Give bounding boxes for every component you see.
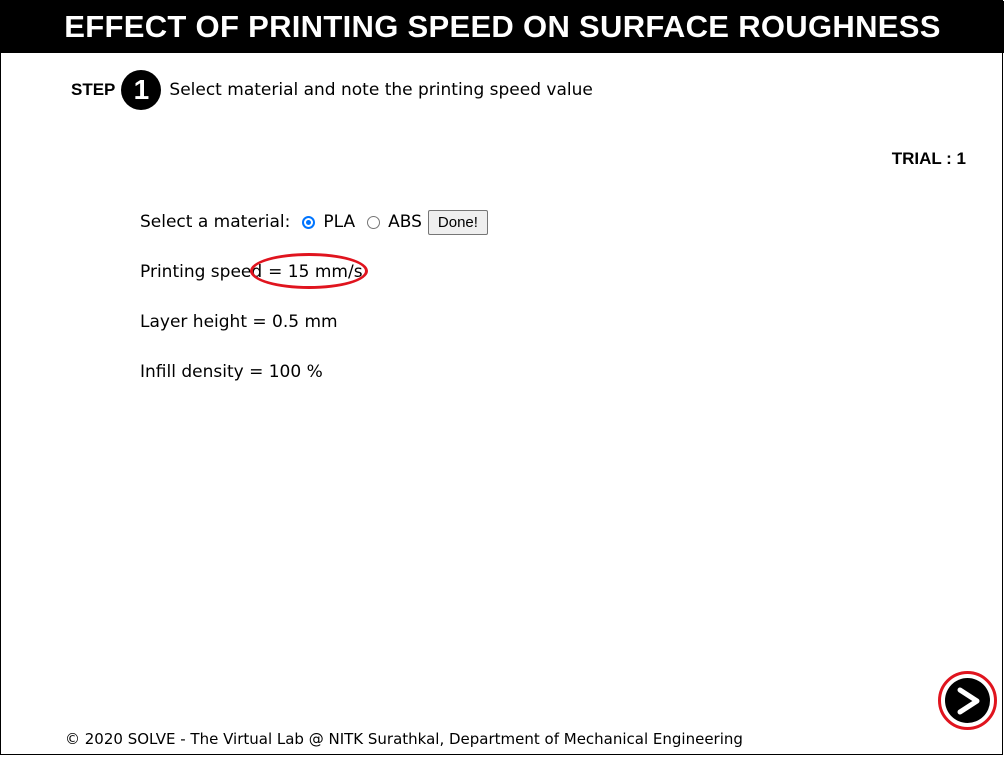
next-button-highlight[interactable] [938,671,997,730]
printing-speed-value: = 15 mm/s [268,262,363,282]
page-title: EFFECT OF PRINTING SPEED ON SURFACE ROUG… [64,9,941,44]
footer-text: © 2020 SOLVE - The Virtual Lab @ NITK Su… [65,730,743,748]
next-arrow-icon [957,687,979,714]
page-header: EFFECT OF PRINTING SPEED ON SURFACE ROUG… [1,1,1004,53]
infill-density-row: Infill density = 100 % [140,357,488,387]
step-text: Select material and note the printing sp… [169,80,593,100]
radio-abs-label[interactable]: ABS [388,212,422,232]
done-button[interactable]: Done! [427,209,488,235]
material-select-label: Select a material: [140,212,291,232]
trial-label: TRIAL : 1 [891,149,966,168]
printing-speed-row: Printing speed = 15 mm/s [140,253,488,289]
printing-speed-value-wrap: = 15 mm/s [250,253,369,289]
material-select-row: Select a material: PLA ABS Done! [140,207,488,237]
printing-speed-label: Printing speed [140,262,263,282]
layer-height-row: Layer height = 0.5 mm [140,307,488,337]
next-button[interactable] [945,678,990,723]
step-instruction: STEP 1 Select material and note the prin… [71,70,593,110]
infill-density-text: Infill density = 100 % [140,362,323,382]
experiment-panel: Select a material: PLA ABS Done! Printin… [140,207,488,387]
radio-pla[interactable] [302,215,316,229]
page-frame: EFFECT OF PRINTING SPEED ON SURFACE ROUG… [0,0,1004,755]
number-circle-icon: 1 [121,70,162,110]
layer-height-text: Layer height = 0.5 mm [140,312,338,332]
radio-pla-label[interactable]: PLA [323,212,355,232]
step-label: STEP [71,80,116,99]
radio-abs[interactable] [367,215,381,229]
